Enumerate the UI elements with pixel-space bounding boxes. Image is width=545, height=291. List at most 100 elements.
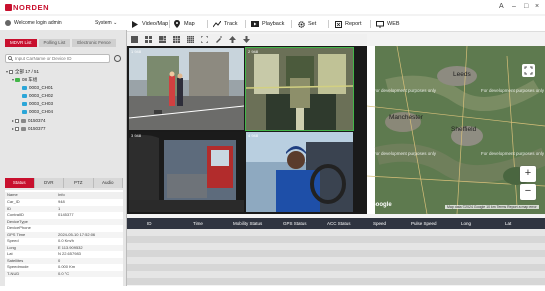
web-label: WEB	[387, 21, 400, 27]
settings-button[interactable]: Set	[297, 18, 316, 30]
map-watermark: For development purposes only	[481, 151, 545, 156]
expand-icon: ▸	[12, 118, 15, 123]
minimize-button[interactable]: –	[512, 2, 516, 11]
arrow-up-icon[interactable]	[229, 36, 236, 43]
toolbar-divider	[207, 20, 208, 28]
refresh-icon[interactable]	[114, 55, 121, 62]
fullscreen-icon[interactable]	[201, 36, 208, 43]
device-search-input[interactable]: Input CarName or Device ID	[5, 54, 110, 63]
table-row[interactable]	[127, 278, 545, 285]
system-menu[interactable]: System ⌄	[95, 20, 117, 26]
expand-icon	[524, 66, 533, 75]
map-city-label: Sheffield	[451, 126, 477, 133]
column-header-acc-status[interactable]: ACC Status	[327, 218, 351, 229]
tree-checkbox[interactable]	[15, 127, 20, 131]
layout-1plus5-icon[interactable]	[159, 36, 166, 43]
map-fullscreen-button[interactable]	[522, 64, 535, 77]
map-button[interactable]: Map	[173, 18, 195, 30]
tab-electronic-fence[interactable]: Electronic Fence	[72, 39, 116, 47]
zoom-in-button[interactable]: +	[520, 166, 536, 182]
tab-audio[interactable]: Audio	[93, 178, 123, 188]
maximize-button[interactable]: □	[524, 2, 528, 11]
tab-polling-list[interactable]: Polling List	[38, 39, 71, 47]
channel-label: 0003_CH02	[29, 93, 54, 98]
close-button[interactable]: ×	[535, 2, 539, 11]
table-row[interactable]	[127, 236, 545, 243]
tree-device[interactable]: ▸ 0150377	[12, 126, 46, 132]
column-header-id[interactable]: ID	[147, 218, 152, 229]
device-label: 0150377	[28, 126, 46, 131]
title-bar: NORDEN A – □ ×	[0, 0, 545, 14]
toolbar-divider	[169, 20, 170, 28]
vehicle-offline-icon	[21, 119, 27, 123]
tab-mdvr-list[interactable]: MDVR List	[5, 39, 37, 47]
tab-ptz[interactable]: PTZ	[64, 178, 94, 188]
playback-label: Playback	[262, 21, 285, 27]
tree-channel[interactable]: 0003_CH01	[22, 85, 53, 91]
user-icon	[5, 20, 11, 26]
toolbar-divider	[328, 20, 329, 28]
tree-checkbox[interactable]	[9, 70, 14, 74]
column-header-long[interactable]: Long	[461, 218, 471, 229]
gear-icon	[297, 20, 305, 28]
report-button[interactable]: Report	[334, 18, 362, 30]
tab-dvr[interactable]: DVR	[34, 178, 64, 188]
tree-channel[interactable]: 0003_CH02	[22, 93, 53, 99]
layout-3x3-icon[interactable]	[173, 36, 180, 43]
tree-channel[interactable]: 0003_CH03	[22, 101, 53, 107]
column-header-speed[interactable]: Speed	[373, 218, 386, 229]
status-tabs: Status DVR PTZ Audio	[5, 178, 123, 188]
main-toolbar: Video/Map Map Track Playback Set Report	[127, 16, 545, 32]
column-header-lat[interactable]: Lat	[505, 218, 511, 229]
video-tile[interactable]: 4 948	[246, 132, 353, 212]
video-map-button[interactable]: Video/Map	[131, 18, 168, 30]
search-icon	[8, 56, 14, 63]
playback-icon	[251, 20, 259, 28]
track-button[interactable]: Track	[213, 18, 238, 30]
font-size-icon[interactable]: A	[499, 2, 504, 11]
tree-checkbox[interactable]	[15, 119, 20, 123]
welcome-text: Welcome login admin	[14, 20, 62, 26]
video-tile-selected[interactable]: 2 948	[245, 47, 354, 131]
web-button[interactable]: WEB	[376, 18, 400, 30]
playback-button[interactable]: Playback	[251, 18, 284, 30]
layout-4x4-icon[interactable]	[187, 36, 194, 43]
video-tile[interactable]: 1 948	[129, 48, 244, 130]
column-header-gps-status[interactable]: GPS Status	[283, 218, 307, 229]
video-tile[interactable]: 3 948	[129, 132, 244, 212]
tree-channel[interactable]: 0003_CH04	[22, 109, 53, 115]
tree-device[interactable]: ▸ 0150374	[12, 118, 46, 124]
street-camera-feed	[129, 48, 244, 130]
vehicle-online-icon	[15, 78, 21, 82]
tree-group-label: 08 车组	[22, 77, 38, 82]
device-tree: ▾ 全部 17 / 51 ▾ 08 车组 0003_CH01 0003_CH02…	[6, 69, 121, 169]
info-header-row: Name Info	[5, 192, 123, 199]
tree-group[interactable]: ▾ 08 车组	[12, 77, 37, 83]
table-row[interactable]	[127, 250, 545, 257]
brand-logo: NORDEN	[5, 3, 49, 12]
info-value: 0.0 °C	[58, 270, 70, 276]
status-info-table: Name Info Car_ID 948 ID 1 ContralID 0145377…	[5, 190, 123, 290]
tree-root[interactable]: ▾ 全部 17 / 51	[6, 69, 39, 75]
bus-interior-feed	[246, 48, 353, 130]
device-tabs: MDVR List Polling List Electronic Fence	[5, 39, 118, 47]
layout-2x2-icon[interactable]	[145, 36, 152, 43]
arrow-down-icon[interactable]	[243, 36, 250, 43]
map-city-label: Leeds	[453, 71, 471, 78]
camera-icon	[22, 110, 27, 114]
column-header-time[interactable]: Time	[193, 218, 203, 229]
column-header-pulse-speed[interactable]: Pulse Speed	[411, 218, 437, 229]
layout-1x1-icon[interactable]	[131, 36, 138, 43]
tab-status[interactable]: Status	[5, 178, 35, 188]
map-view[interactable]: Leeds Manchester Sheffield For developme…	[367, 46, 545, 214]
snapshot-icon[interactable]	[215, 36, 222, 43]
info-header-name: Name	[7, 192, 18, 197]
map-watermark: For development purposes only	[373, 88, 437, 93]
column-header-mobility-status[interactable]: Mobility Status	[233, 218, 262, 229]
video-tile-label: 4 948	[248, 133, 259, 138]
monitor-icon	[376, 20, 384, 28]
report-icon	[334, 20, 342, 28]
zoom-out-button[interactable]: −	[520, 184, 536, 200]
table-row[interactable]	[127, 264, 545, 271]
video-grid: 1 948 2 948 3 948 4 948	[127, 46, 367, 214]
